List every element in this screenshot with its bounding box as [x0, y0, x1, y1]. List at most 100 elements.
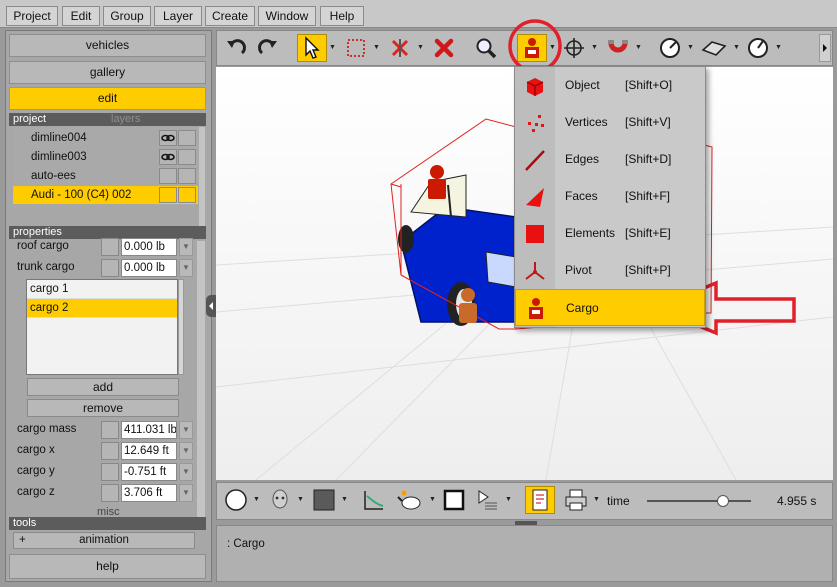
roof-cargo-input[interactable]: 0.000 lb — [121, 238, 177, 256]
frame-button[interactable] — [439, 486, 469, 514]
trunk-cargo-input[interactable]: 0.000 lb — [121, 259, 177, 277]
roof-cargo-key[interactable] — [101, 238, 119, 256]
cargo-z-input[interactable]: 3.706 ft — [121, 484, 177, 502]
layer-row[interactable]: dimline003 — [13, 148, 198, 166]
chevron-down-icon[interactable]: ▼ — [179, 442, 193, 460]
layer-list-scrollbar[interactable] — [199, 127, 205, 227]
menu-item-object[interactable]: Object [Shift+O] — [515, 67, 705, 104]
menu-item-shortcut: [Shift+D] — [625, 152, 672, 166]
animation-section[interactable]: + animation — [13, 532, 195, 549]
selection-box-button[interactable] — [341, 34, 371, 62]
caret-down-icon[interactable]: ▼ — [591, 44, 598, 51]
caret-down-icon[interactable]: ▼ — [733, 44, 740, 51]
sphere-display-button[interactable] — [221, 486, 251, 514]
layer-row[interactable]: dimline004 — [13, 129, 198, 147]
deselect-button[interactable] — [385, 34, 415, 62]
menu-edit[interactable]: Edit — [62, 6, 100, 26]
cargo-y-key[interactable] — [101, 463, 119, 481]
menu-item-edges[interactable]: Edges [Shift+D] — [515, 141, 705, 178]
print-button[interactable] — [561, 486, 591, 514]
menu-project[interactable]: Project — [6, 6, 58, 26]
cargo-y-label: cargo y — [17, 465, 55, 477]
visibility-toggle[interactable] — [178, 168, 196, 184]
link-toggle[interactable] — [159, 130, 177, 146]
layer-row-selected[interactable]: Audi - 100 (C4) 002 — [13, 186, 198, 204]
caret-down-icon[interactable]: ▼ — [687, 44, 694, 51]
vehicles-button[interactable]: vehicles — [9, 34, 206, 57]
cargo-list-scrollbar[interactable] — [178, 279, 184, 375]
caret-down-icon[interactable]: ▼ — [775, 44, 782, 51]
caret-down-icon[interactable]: ▼ — [297, 496, 304, 503]
menu-window[interactable]: Window — [258, 6, 316, 26]
menu-group[interactable]: Group — [103, 6, 151, 26]
link-toggle[interactable] — [159, 187, 177, 203]
chevron-down-icon[interactable]: ▼ — [179, 259, 193, 277]
caret-down-icon[interactable]: ▼ — [429, 496, 436, 503]
layer-row[interactable]: auto-ees — [13, 167, 198, 185]
gauge-icon — [660, 38, 680, 58]
graph-button[interactable] — [359, 486, 389, 514]
cargo-x-input[interactable]: 12.649 ft — [121, 442, 177, 460]
caret-down-icon[interactable]: ▼ — [329, 44, 336, 51]
visibility-toggle[interactable] — [178, 149, 196, 165]
light-button[interactable] — [395, 486, 425, 514]
layers-tab[interactable]: layers — [111, 113, 140, 126]
visibility-toggle[interactable] — [178, 130, 196, 146]
caret-down-icon[interactable]: ▼ — [341, 496, 348, 503]
cargo-x-key[interactable] — [101, 442, 119, 460]
menu-item-cargo[interactable]: Cargo — [515, 289, 705, 326]
chevron-down-icon[interactable]: ▼ — [179, 463, 193, 481]
undo-button[interactable] — [221, 34, 251, 62]
cargo-z-key[interactable] — [101, 484, 119, 502]
visibility-toggle[interactable] — [178, 187, 196, 203]
menu-create[interactable]: Create — [205, 6, 255, 26]
menu-help[interactable]: Help — [320, 6, 364, 26]
caret-down-icon[interactable]: ▼ — [505, 496, 512, 503]
play-button[interactable] — [473, 486, 503, 514]
measure-button[interactable] — [655, 34, 685, 62]
delete-button[interactable] — [429, 34, 459, 62]
zoom-button[interactable] — [471, 34, 501, 62]
character-button[interactable] — [265, 486, 295, 514]
project-tab-label[interactable]: project — [13, 113, 46, 125]
chevron-down-icon[interactable]: ▼ — [179, 484, 193, 502]
menu-layer[interactable]: Layer — [154, 6, 202, 26]
caret-down-icon[interactable]: ▼ — [417, 44, 424, 51]
project-header[interactable]: project layers — [9, 113, 206, 126]
chevron-down-icon[interactable]: ▼ — [179, 238, 193, 256]
snap-magnet-button[interactable] — [603, 34, 633, 62]
select-tool-button[interactable] — [297, 34, 327, 62]
angle-tool-button[interactable] — [743, 34, 773, 62]
collapse-panel-handle[interactable] — [206, 295, 216, 317]
menu-item-vertices[interactable]: Vertices [Shift+V] — [515, 104, 705, 141]
edit-button[interactable]: edit — [9, 87, 206, 110]
caret-down-icon[interactable]: ▼ — [593, 496, 600, 503]
plane-tool-button[interactable] — [699, 34, 729, 62]
report-button[interactable] — [525, 486, 555, 514]
trunk-cargo-key[interactable] — [101, 259, 119, 277]
link-toggle[interactable] — [159, 149, 177, 165]
redo-button[interactable] — [253, 34, 283, 62]
caret-down-icon[interactable]: ▼ — [373, 44, 380, 51]
help-button[interactable]: help — [9, 554, 206, 579]
caret-down-icon[interactable]: ▼ — [253, 496, 260, 503]
add-cargo-button[interactable]: add — [27, 378, 179, 396]
cargo-mass-key[interactable] — [101, 421, 119, 439]
caret-down-icon[interactable]: ▼ — [635, 44, 642, 51]
menu-item-elements[interactable]: Elements [Shift+E] — [515, 215, 705, 252]
menu-item-pivot[interactable]: Pivot [Shift+P] — [515, 252, 705, 289]
chevron-down-icon[interactable]: ▼ — [179, 421, 193, 439]
time-slider[interactable] — [647, 494, 751, 508]
remove-cargo-button[interactable]: remove — [27, 399, 179, 417]
toolbar-scroll-right[interactable] — [819, 34, 831, 62]
cargo-mass-input[interactable]: 411.031 lb — [121, 421, 177, 439]
time-slider-thumb[interactable] — [716, 495, 729, 507]
menu-item-faces[interactable]: Faces [Shift+F] — [515, 178, 705, 215]
link-toggle[interactable] — [159, 168, 177, 184]
color-swatch-button[interactable] — [309, 486, 339, 514]
cargo-y-input[interactable]: -0.751 ft — [121, 463, 177, 481]
cargo-list-item-selected[interactable]: cargo 2 — [27, 299, 177, 318]
gallery-button[interactable]: gallery — [9, 61, 206, 84]
cargo-list-item[interactable]: cargo 1 — [27, 280, 177, 299]
roof-cargo-label: roof cargo — [17, 240, 69, 252]
